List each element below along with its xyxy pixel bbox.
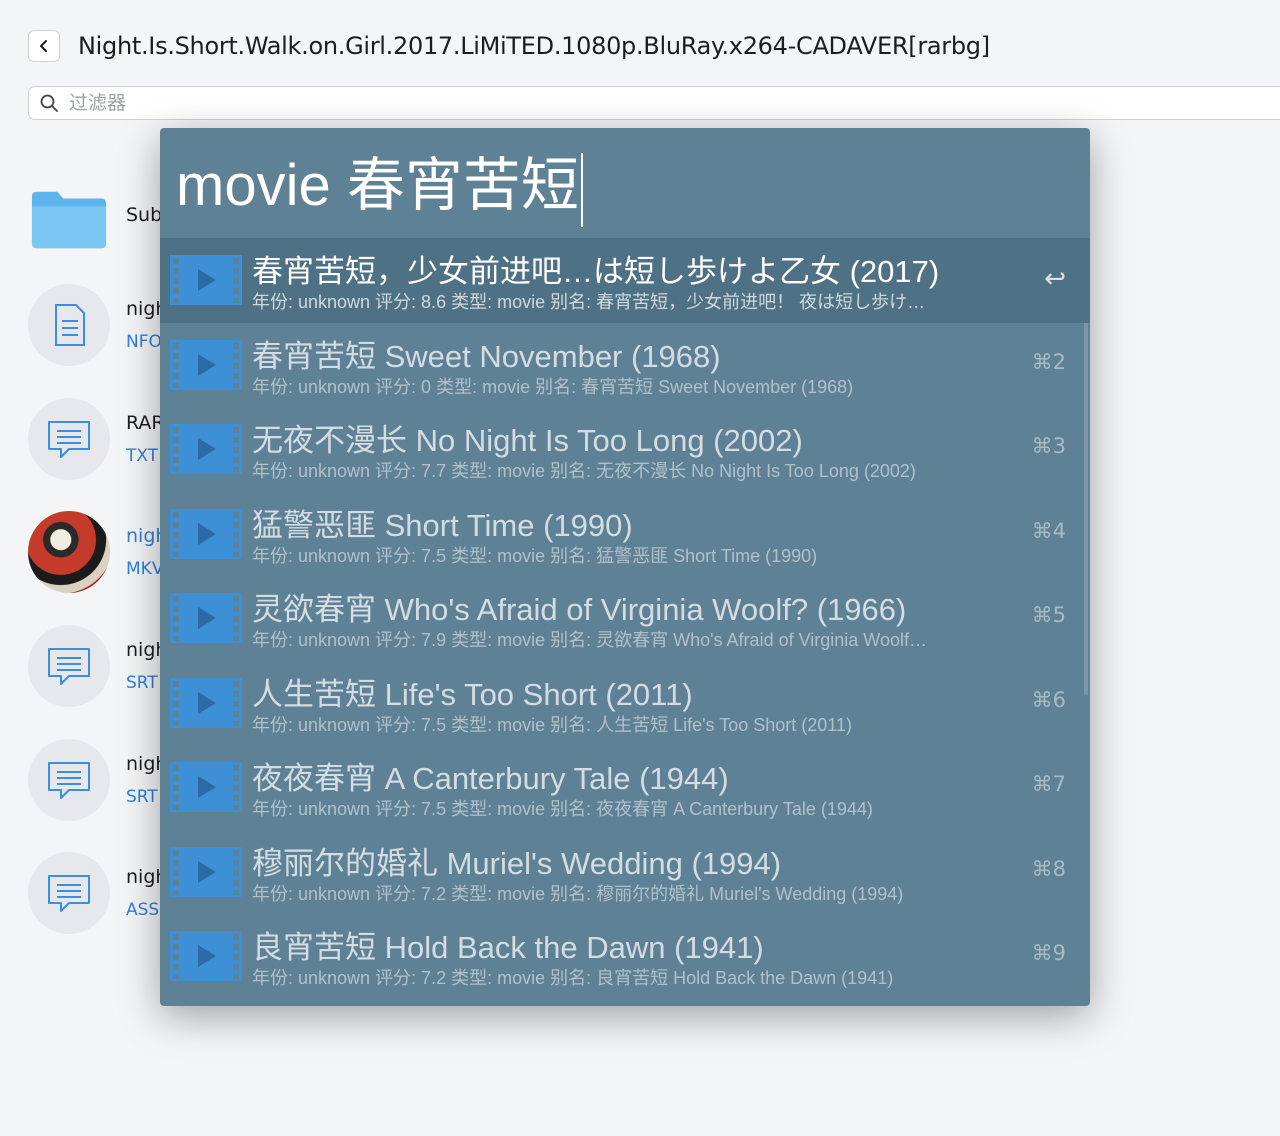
file-type-link[interactable]: SRT xyxy=(126,787,158,807)
launcher-query-input[interactable]: movie 春宵苦短 xyxy=(176,146,583,227)
film-play-icon xyxy=(170,339,242,390)
result-title: 春宵苦短 Sweet November (1968) xyxy=(252,338,721,374)
result-title: 灵欲春宵 Who's Afraid of Virginia Woolf? (19… xyxy=(252,592,907,627)
chat-icon xyxy=(28,739,110,821)
launcher-window: movie 春宵苦短 春宵苦短，少女前进吧…は短し歩けよ乙女 (2017) 年份… xyxy=(160,128,1090,1006)
result-subtitle: 年份: unknown 评分: 7.5 类型: movie 别名: 人生苦短 L… xyxy=(252,714,852,735)
file-type-link[interactable]: ASS xyxy=(126,900,159,920)
result-item[interactable]: 人生苦短 Life's Too Short (2011) 年份: unknown… xyxy=(160,661,1090,746)
result-item[interactable]: 春宵苦短，少女前进吧…は短し歩けよ乙女 (2017) 年份: unknown 评… xyxy=(160,238,1090,323)
result-title: 穆丽尔的婚礼 Muriel's Wedding (1994) xyxy=(252,845,782,881)
result-item[interactable]: 夜夜春宵 A Canterbury Tale (1944) 年份: unknow… xyxy=(160,745,1090,830)
chat-icon xyxy=(28,625,110,707)
shortcut-hint: ⌘9 xyxy=(1031,941,1066,965)
filter-bar[interactable] xyxy=(28,86,1280,120)
film-play-icon xyxy=(170,762,242,812)
file-type-link[interactable]: MKV xyxy=(126,559,163,579)
result-item[interactable]: 无夜不漫长 No Night Is Too Long (2002) 年份: un… xyxy=(160,407,1090,492)
chevron-left-icon xyxy=(40,40,47,52)
result-item[interactable]: 灵欲春宵 Who's Afraid of Virginia Woolf? (19… xyxy=(160,576,1090,661)
result-subtitle: 年份: unknown 评分: 7.5 类型: movie 别名: 夜夜春宵 A… xyxy=(252,799,873,819)
shortcut-hint: ⌘3 xyxy=(1031,434,1066,458)
result-title: 良宵苦短 Hold Back the Dawn (1941) xyxy=(252,930,764,965)
return-key-icon: ↩ xyxy=(1044,264,1066,294)
file-type-link[interactable]: NFO xyxy=(126,332,162,352)
result-title: 人生苦短 Life's Too Short (2011) xyxy=(252,676,693,712)
result-item[interactable]: 猛警恶匪 Short Time (1990) 年份: unknown 评分: 7… xyxy=(160,492,1090,577)
file-type-link[interactable]: TXT xyxy=(126,446,158,466)
file-type-link[interactable]: SRT xyxy=(126,673,158,693)
film-play-icon xyxy=(170,508,242,559)
result-title: 无夜不漫长 No Night Is Too Long (2002) xyxy=(252,423,803,458)
video-thumbnail xyxy=(28,511,110,593)
result-item[interactable]: 春宵苦短 Sweet November (1968) 年份: unknown 评… xyxy=(160,323,1090,408)
film-play-icon xyxy=(170,255,242,305)
top-bar: Night.Is.Short.Walk.on.Girl.2017.LiMiTED… xyxy=(28,28,990,64)
folder-icon xyxy=(28,178,110,260)
chat-icon xyxy=(28,852,110,934)
shortcut-hint: ⌘2 xyxy=(1031,349,1066,374)
result-subtitle: 年份: unknown 评分: 7.7 类型: movie 别名: 无夜不漫长 … xyxy=(252,461,916,481)
results-list: 春宵苦短，少女前进吧…は短し歩けよ乙女 (2017) 年份: unknown 评… xyxy=(160,238,1090,999)
film-play-icon xyxy=(170,593,242,643)
back-button[interactable] xyxy=(28,30,60,62)
result-item[interactable]: 穆丽尔的婚礼 Muriel's Wedding (1994) 年份: unkno… xyxy=(160,830,1090,915)
shortcut-hint: ⌘4 xyxy=(1031,518,1066,543)
search-icon xyxy=(40,94,58,112)
film-play-icon xyxy=(170,677,242,728)
film-play-icon xyxy=(170,931,242,981)
result-title: 春宵苦短，少女前进吧…は短し歩けよ乙女 (2017) xyxy=(252,254,940,289)
file-name: RAR xyxy=(126,412,165,434)
result-subtitle: 年份: unknown 评分: 7.2 类型: movie 别名: 穆丽尔的婚礼… xyxy=(252,883,904,904)
shortcut-hint: ⌘5 xyxy=(1031,603,1066,627)
chat-icon xyxy=(28,398,110,480)
filter-input[interactable] xyxy=(67,91,1251,115)
result-subtitle: 年份: unknown 评分: 7.5 类型: movie 别名: 猛警恶匪 S… xyxy=(252,545,818,566)
result-item[interactable]: 良宵苦短 Hold Back the Dawn (1941) 年份: unkno… xyxy=(160,914,1090,999)
folder-path-title: Night.Is.Short.Walk.on.Girl.2017.LiMiTED… xyxy=(78,32,990,60)
text-caret xyxy=(580,152,583,227)
shortcut-hint: ⌘7 xyxy=(1031,772,1066,796)
result-subtitle: 年份: unknown 评分: 7.2 类型: movie 别名: 良宵苦短 H… xyxy=(252,968,894,988)
film-play-icon xyxy=(170,424,242,474)
launcher-query-box[interactable]: movie 春宵苦短 xyxy=(160,128,1090,238)
shortcut-hint: ⌘6 xyxy=(1031,687,1066,712)
result-subtitle: 年份: unknown 评分: 8.6 类型: movie 别名: 春宵苦短，少… xyxy=(252,292,926,312)
result-subtitle: 年份: unknown 评分: 7.9 类型: movie 别名: 灵欲春宵 W… xyxy=(252,630,927,650)
result-title: 夜夜春宵 A Canterbury Tale (1944) xyxy=(252,761,729,796)
film-play-icon xyxy=(170,846,242,897)
document-icon xyxy=(28,284,110,366)
result-subtitle: 年份: unknown 评分: 0 类型: movie 别名: 春宵苦短 Swe… xyxy=(252,376,854,397)
shortcut-hint: ⌘8 xyxy=(1031,856,1066,881)
result-title: 猛警恶匪 Short Time (1990) xyxy=(252,507,633,543)
